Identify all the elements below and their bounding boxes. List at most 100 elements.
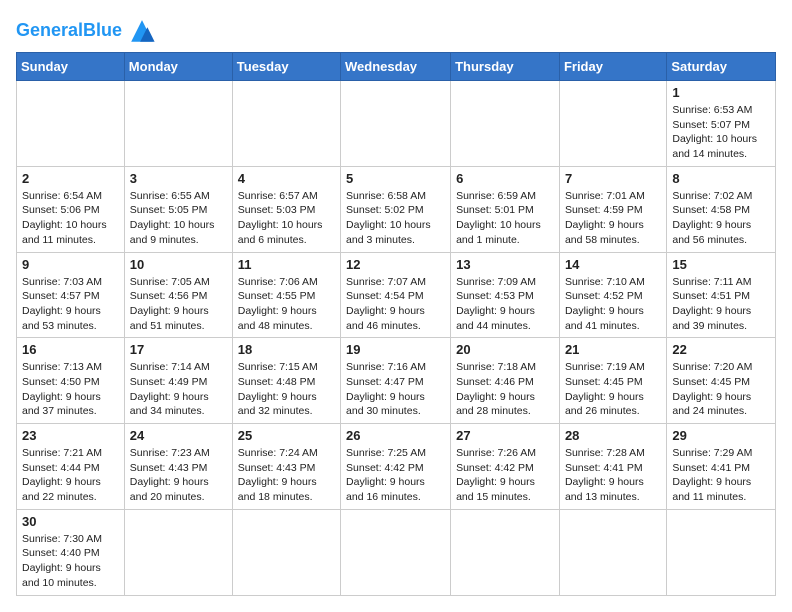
calendar-day-cell bbox=[451, 509, 560, 595]
day-info: Sunrise: 7:26 AMSunset: 4:42 PMDaylight:… bbox=[456, 446, 554, 505]
day-number: 26 bbox=[346, 428, 445, 443]
day-of-week-header: Sunday bbox=[17, 53, 125, 81]
calendar-week-row: 30 Sunrise: 7:30 AMSunset: 4:40 PMDayligh… bbox=[17, 509, 776, 595]
day-number: 6 bbox=[456, 171, 554, 186]
day-of-week-header: Friday bbox=[559, 53, 666, 81]
calendar-day-cell bbox=[559, 509, 666, 595]
day-number: 8 bbox=[672, 171, 770, 186]
calendar-day-cell bbox=[667, 509, 776, 595]
calendar-day-cell: 8Sunrise: 7:02 AMSunset: 4:58 PMDaylight… bbox=[667, 166, 776, 252]
day-number: 15 bbox=[672, 257, 770, 272]
day-number: 17 bbox=[130, 342, 227, 357]
day-info: Sunrise: 7:29 AMSunset: 4:41 PMDaylight:… bbox=[672, 446, 770, 505]
calendar-day-cell: 11Sunrise: 7:06 AMSunset: 4:55 PMDayligh… bbox=[232, 252, 340, 338]
calendar-day-cell: 30 Sunrise: 7:30 AMSunset: 4:40 PMDayligh… bbox=[17, 509, 125, 595]
day-info: Sunrise: 6:53 AMSunset: 5:07 PMDaylight:… bbox=[672, 103, 770, 162]
day-number: 21 bbox=[565, 342, 661, 357]
calendar-day-cell bbox=[232, 509, 340, 595]
page-header: GeneralBlue bbox=[16, 16, 776, 44]
calendar-day-cell: 26 Sunrise: 7:25 AMSunset: 4:42 PMDayligh… bbox=[341, 424, 451, 510]
calendar-week-row: 9Sunrise: 7:03 AMSunset: 4:57 PMDaylight… bbox=[17, 252, 776, 338]
calendar-day-cell: 29 Sunrise: 7:29 AMSunset: 4:41 PMDayligh… bbox=[667, 424, 776, 510]
calendar-day-cell: 18 Sunrise: 7:15 AMSunset: 4:48 PMDayligh… bbox=[232, 338, 340, 424]
day-number: 2 bbox=[22, 171, 119, 186]
day-info: Sunrise: 7:03 AMSunset: 4:57 PMDaylight:… bbox=[22, 275, 119, 334]
day-number: 24 bbox=[130, 428, 227, 443]
day-info: Sunrise: 7:13 AMSunset: 4:50 PMDaylight:… bbox=[22, 360, 119, 419]
day-info: Sunrise: 6:59 AMSunset: 5:01 PMDaylight:… bbox=[456, 189, 554, 248]
logo-text: GeneralBlue bbox=[16, 20, 122, 41]
calendar-day-cell: 14Sunrise: 7:10 AMSunset: 4:52 PMDayligh… bbox=[559, 252, 666, 338]
calendar-day-cell bbox=[341, 81, 451, 167]
calendar-day-cell: 25 Sunrise: 7:24 AMSunset: 4:43 PMDayligh… bbox=[232, 424, 340, 510]
day-number: 22 bbox=[672, 342, 770, 357]
day-info: Sunrise: 7:06 AMSunset: 4:55 PMDaylight:… bbox=[238, 275, 335, 334]
day-number: 23 bbox=[22, 428, 119, 443]
calendar-day-cell: 6 Sunrise: 6:59 AMSunset: 5:01 PMDaylight… bbox=[451, 166, 560, 252]
calendar-day-cell: 16 Sunrise: 7:13 AMSunset: 4:50 PMDayligh… bbox=[17, 338, 125, 424]
day-number: 16 bbox=[22, 342, 119, 357]
day-number: 3 bbox=[130, 171, 227, 186]
calendar-day-cell: 3Sunrise: 6:55 AMSunset: 5:05 PMDaylight… bbox=[124, 166, 232, 252]
calendar-day-cell: 12 Sunrise: 7:07 AMSunset: 4:54 PMDayligh… bbox=[341, 252, 451, 338]
calendar-day-cell bbox=[124, 509, 232, 595]
calendar-day-cell: 17 Sunrise: 7:14 AMSunset: 4:49 PMDayligh… bbox=[124, 338, 232, 424]
calendar-day-cell bbox=[451, 81, 560, 167]
day-info: Sunrise: 7:15 AMSunset: 4:48 PMDaylight:… bbox=[238, 360, 335, 419]
calendar-header-row: SundayMondayTuesdayWednesdayThursdayFrid… bbox=[17, 53, 776, 81]
day-info: Sunrise: 7:24 AMSunset: 4:43 PMDaylight:… bbox=[238, 446, 335, 505]
day-of-week-header: Tuesday bbox=[232, 53, 340, 81]
calendar-week-row: 16 Sunrise: 7:13 AMSunset: 4:50 PMDayligh… bbox=[17, 338, 776, 424]
day-number: 5 bbox=[346, 171, 445, 186]
day-info: Sunrise: 7:05 AMSunset: 4:56 PMDaylight:… bbox=[130, 275, 227, 334]
calendar-day-cell: 7Sunrise: 7:01 AMSunset: 4:59 PMDaylight… bbox=[559, 166, 666, 252]
calendar-week-row: 2 Sunrise: 6:54 AMSunset: 5:06 PMDaylight… bbox=[17, 166, 776, 252]
logo: GeneralBlue bbox=[16, 16, 160, 44]
calendar-day-cell: 10Sunrise: 7:05 AMSunset: 4:56 PMDayligh… bbox=[124, 252, 232, 338]
calendar-day-cell bbox=[341, 509, 451, 595]
calendar-day-cell: 24Sunrise: 7:23 AMSunset: 4:43 PMDayligh… bbox=[124, 424, 232, 510]
day-number: 1 bbox=[672, 85, 770, 100]
day-number: 14 bbox=[565, 257, 661, 272]
day-number: 20 bbox=[456, 342, 554, 357]
day-of-week-header: Thursday bbox=[451, 53, 560, 81]
calendar-day-cell: 20Sunrise: 7:18 AMSunset: 4:46 PMDayligh… bbox=[451, 338, 560, 424]
day-info: Sunrise: 7:28 AMSunset: 4:41 PMDaylight:… bbox=[565, 446, 661, 505]
day-info: Sunrise: 7:07 AMSunset: 4:54 PMDaylight:… bbox=[346, 275, 445, 334]
calendar-day-cell bbox=[559, 81, 666, 167]
calendar-week-row: 1 Sunrise: 6:53 AMSunset: 5:07 PMDaylight… bbox=[17, 81, 776, 167]
calendar-day-cell bbox=[124, 81, 232, 167]
day-info: Sunrise: 7:20 AMSunset: 4:45 PMDaylight:… bbox=[672, 360, 770, 419]
calendar-day-cell: 27Sunrise: 7:26 AMSunset: 4:42 PMDayligh… bbox=[451, 424, 560, 510]
day-number: 12 bbox=[346, 257, 445, 272]
calendar-day-cell: 19Sunrise: 7:16 AMSunset: 4:47 PMDayligh… bbox=[341, 338, 451, 424]
day-info: Sunrise: 6:58 AMSunset: 5:02 PMDaylight:… bbox=[346, 189, 445, 248]
calendar-table: SundayMondayTuesdayWednesdayThursdayFrid… bbox=[16, 52, 776, 596]
calendar-day-cell: 2 Sunrise: 6:54 AMSunset: 5:06 PMDaylight… bbox=[17, 166, 125, 252]
calendar-day-cell bbox=[17, 81, 125, 167]
day-number: 28 bbox=[565, 428, 661, 443]
logo-general: General bbox=[16, 20, 83, 40]
day-info: Sunrise: 7:16 AMSunset: 4:47 PMDaylight:… bbox=[346, 360, 445, 419]
day-of-week-header: Wednesday bbox=[341, 53, 451, 81]
calendar-day-cell: 4 Sunrise: 6:57 AMSunset: 5:03 PMDaylight… bbox=[232, 166, 340, 252]
day-of-week-header: Saturday bbox=[667, 53, 776, 81]
calendar-day-cell: 21 Sunrise: 7:19 AMSunset: 4:45 PMDayligh… bbox=[559, 338, 666, 424]
day-number: 4 bbox=[238, 171, 335, 186]
calendar-week-row: 23Sunrise: 7:21 AMSunset: 4:44 PMDayligh… bbox=[17, 424, 776, 510]
day-info: Sunrise: 7:14 AMSunset: 4:49 PMDaylight:… bbox=[130, 360, 227, 419]
day-info: Sunrise: 7:30 AMSunset: 4:40 PMDaylight:… bbox=[22, 532, 119, 591]
day-info: Sunrise: 7:19 AMSunset: 4:45 PMDaylight:… bbox=[565, 360, 661, 419]
day-number: 30 bbox=[22, 514, 119, 529]
day-info: Sunrise: 6:57 AMSunset: 5:03 PMDaylight:… bbox=[238, 189, 335, 248]
day-number: 29 bbox=[672, 428, 770, 443]
logo-icon bbox=[124, 16, 160, 44]
calendar-day-cell: 1 Sunrise: 6:53 AMSunset: 5:07 PMDaylight… bbox=[667, 81, 776, 167]
day-number: 18 bbox=[238, 342, 335, 357]
day-info: Sunrise: 6:54 AMSunset: 5:06 PMDaylight:… bbox=[22, 189, 119, 248]
day-number: 13 bbox=[456, 257, 554, 272]
day-info: Sunrise: 7:09 AMSunset: 4:53 PMDaylight:… bbox=[456, 275, 554, 334]
logo-blue: Blue bbox=[83, 20, 122, 40]
day-number: 25 bbox=[238, 428, 335, 443]
day-info: Sunrise: 7:25 AMSunset: 4:42 PMDaylight:… bbox=[346, 446, 445, 505]
